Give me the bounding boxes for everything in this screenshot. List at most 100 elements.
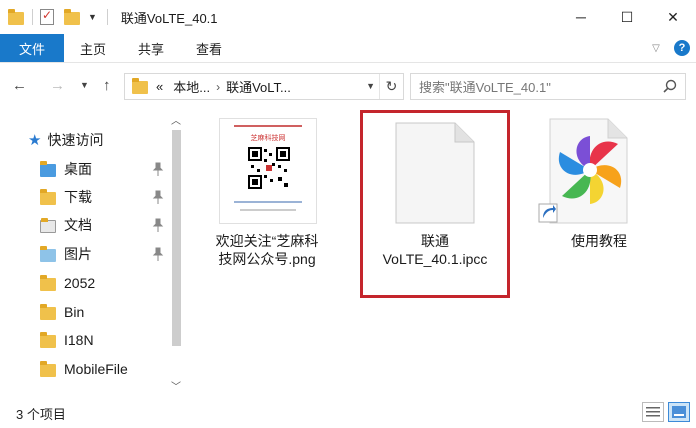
thumbnail-caption-line — [234, 201, 302, 203]
tab-view[interactable]: 查看 — [180, 34, 238, 62]
search-input[interactable]: 搜索"联通VoLTE_40.1" — [410, 73, 686, 100]
file-name: 使用教程 — [524, 232, 674, 250]
sidebar-item-bin[interactable]: Bin — [40, 299, 168, 325]
view-switcher — [638, 402, 690, 422]
pin-icon[interactable] — [152, 162, 164, 176]
address-dropdown-icon[interactable]: ▼ — [366, 81, 375, 91]
sidebar-item-label: 文档 — [64, 217, 92, 233]
sidebar-item-quick-access[interactable]: ★ 快速访问 — [28, 127, 168, 153]
blank-file-icon — [395, 122, 475, 224]
folder-icon — [40, 360, 56, 377]
thumbnail-brand: 芝麻科技网 — [250, 135, 286, 142]
search-placeholder: 搜索"联通VoLTE_40.1" — [419, 80, 551, 95]
navigation-pane: ★ 快速访问 桌面 下载 文档 图片 2052 Bin I18N MobileF… — [0, 108, 186, 398]
properties-icon[interactable] — [40, 8, 54, 25]
toolbar-divider — [32, 9, 33, 25]
sidebar-item-documents[interactable]: 文档 — [40, 212, 168, 238]
sidebar-item-pictures[interactable]: 图片 — [40, 241, 168, 267]
chevron-right-icon[interactable]: › — [216, 80, 220, 94]
sidebar-item-downloads[interactable]: 下载 — [40, 184, 168, 210]
thumbnail-caption-line — [240, 209, 296, 211]
sidebar-item-label: 图片 — [64, 246, 92, 262]
title-bar: ▼ 联通VoLTE_40.1 ─ ☐ ✕ — [0, 0, 696, 34]
folder-icon — [40, 303, 56, 320]
pin-icon[interactable] — [152, 247, 164, 261]
file-name-line: 技网公众号.png — [218, 251, 316, 267]
help-icon[interactable]: ? — [674, 40, 690, 56]
qr-code-icon — [248, 147, 290, 189]
breadcrumb-this-pc[interactable]: 本地... — [173, 77, 210, 96]
file-item-shortcut[interactable]: 使用教程 — [524, 108, 674, 298]
item-count: 3 个项目 — [16, 406, 66, 422]
expand-ribbon-icon[interactable]: ▽ — [648, 40, 664, 56]
tab-home[interactable]: 主页 — [64, 34, 122, 62]
address-bar[interactable]: « 本地... › 联通VoLT... ▼ ↻ — [124, 73, 404, 100]
window-controls: ─ ☐ ✕ — [558, 0, 696, 34]
pin-icon[interactable] — [152, 218, 164, 232]
forward-arrow-icon[interactable]: → — [50, 77, 65, 94]
documents-folder-icon — [40, 217, 56, 233]
minimize-button[interactable]: ─ — [558, 0, 604, 34]
thumbnail-header-line — [234, 125, 302, 127]
pin-icon[interactable] — [152, 190, 164, 204]
close-button[interactable]: ✕ — [650, 0, 696, 34]
sidebar-item-desktop[interactable]: 桌面 — [40, 156, 168, 182]
file-name-line: 欢迎关注“芝麻科 — [215, 233, 319, 249]
large-icons-view-icon[interactable] — [668, 402, 690, 422]
ribbon-controls: ▽ ? — [648, 40, 690, 56]
sidebar-item-2052[interactable]: 2052 — [40, 270, 168, 296]
scroll-up-icon[interactable]: ︿ — [171, 112, 181, 127]
sidebar-item-label: Bin — [64, 304, 85, 320]
sidebar-item-label: 下载 — [64, 189, 92, 205]
tab-share[interactable]: 共享 — [122, 34, 180, 62]
maximize-button[interactable]: ☐ — [604, 0, 650, 34]
scrollbar-thumb[interactable] — [172, 130, 181, 346]
downloads-folder-icon — [40, 188, 56, 205]
scroll-down-icon[interactable]: ﹀ — [171, 378, 181, 393]
file-name-line: 使用教程 — [571, 233, 627, 249]
details-view-icon[interactable] — [642, 402, 664, 422]
file-list: 芝麻科技网 欢迎关注“芝麻科 技网公众号.png 联通 VoLTE_40.1.i… — [186, 108, 696, 398]
details-lines-icon — [646, 407, 660, 417]
recent-locations-icon[interactable]: ▼ — [80, 80, 89, 90]
desktop-folder-icon — [40, 160, 56, 177]
star-icon: ★ — [28, 132, 42, 149]
large-icons-glyph — [672, 406, 686, 418]
file-name: 联通 VoLTE_40.1.ipcc — [360, 232, 510, 268]
status-bar: 3 个项目 — [0, 398, 696, 428]
customize-toolbar-icon[interactable]: ▼ — [88, 12, 97, 22]
image-thumbnail-icon: 芝麻科技网 — [219, 118, 317, 224]
toolbar-divider — [106, 9, 108, 25]
folder-icon — [40, 274, 56, 291]
folder-icon — [132, 78, 148, 94]
file-item-png[interactable]: 芝麻科技网 欢迎关注“芝麻科 技网公众号.png — [192, 108, 342, 298]
pictures-folder-icon — [40, 245, 56, 262]
sidebar-item-label: 快速访问 — [47, 132, 104, 148]
breadcrumb-overflow[interactable]: « — [156, 79, 163, 94]
file-name-line: 联通 — [421, 233, 449, 249]
sidebar-item-label: I18N — [64, 332, 94, 348]
nav-pane-scrollbar[interactable]: ︿ ﹀ — [168, 108, 185, 398]
sidebar-item-mobilefile[interactable]: MobileFile — [40, 356, 168, 382]
navigation-bar: ← → ▼ ↑ « 本地... › 联通VoLT... ▼ ↻ 搜索"联通VoL… — [0, 62, 696, 108]
up-arrow-icon[interactable]: ↑ — [103, 77, 111, 94]
sidebar-item-label: 2052 — [64, 275, 96, 291]
tab-file[interactable]: 文件 — [0, 34, 64, 62]
folder-icon — [40, 331, 56, 348]
breadcrumb-current-folder[interactable]: 联通VoLT... — [226, 77, 291, 96]
folder-icon[interactable] — [8, 8, 24, 25]
file-name-line: VoLTE_40.1.ipcc — [382, 251, 488, 267]
pinwheel-shortcut-icon — [538, 118, 628, 224]
refresh-icon[interactable]: ↻ — [379, 74, 403, 99]
sidebar-item-i18n[interactable]: I18N — [40, 327, 168, 353]
search-icon[interactable] — [663, 79, 677, 93]
back-arrow-icon[interactable]: ← — [12, 77, 27, 94]
file-name: 欢迎关注“芝麻科 技网公众号.png — [192, 232, 342, 268]
file-item-ipcc[interactable]: 联通 VoLTE_40.1.ipcc — [360, 108, 510, 298]
window-title: 联通VoLTE_40.1 — [120, 10, 218, 26]
sidebar-item-label: MobileFile — [64, 361, 128, 377]
quick-access-toolbar: ▼ — [0, 0, 115, 34]
sidebar-item-label: 桌面 — [64, 161, 92, 177]
ribbon-tabs: 文件 主页 共享 查看 ▽ ? — [0, 34, 696, 62]
new-folder-icon[interactable] — [64, 8, 80, 25]
